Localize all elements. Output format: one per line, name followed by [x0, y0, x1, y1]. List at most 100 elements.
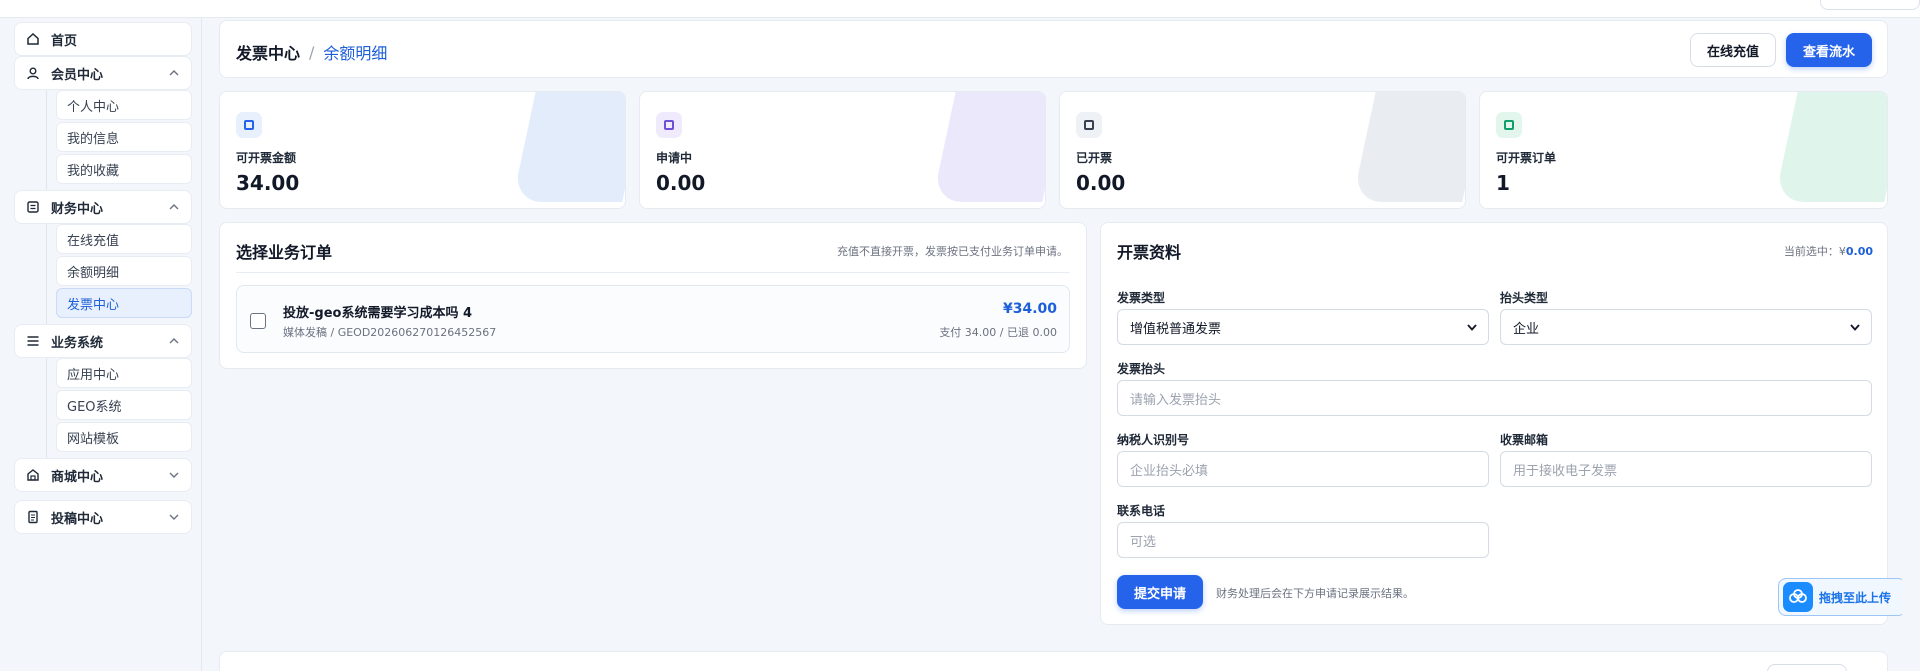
records-panel	[219, 651, 1888, 671]
breadcrumb-root[interactable]: 发票中心	[236, 40, 300, 64]
square-icon	[1496, 112, 1522, 138]
breadcrumb: 发票中心 / 余额明细	[236, 40, 387, 64]
stat-value: 0.00	[1076, 171, 1126, 195]
sidebar-item-finance[interactable]: 财务中心	[14, 190, 192, 224]
top-bar-button[interactable]	[1820, 0, 1920, 10]
square-icon	[236, 112, 262, 138]
head-type-value: 企业	[1513, 321, 1540, 337]
invoice-head-label: 发票抬头	[1117, 362, 1166, 376]
sidebar-subitem-label: 应用中心	[67, 367, 120, 383]
sidebar-subitem-label: GEO系统	[67, 399, 122, 415]
order-title: 投放-geo系统需要学习成本吗 4	[283, 306, 473, 321]
recharge-button[interactable]: 在线充值	[1690, 33, 1776, 67]
decor-blob	[1352, 92, 1465, 202]
panel-title: 开票资料	[1117, 243, 1182, 262]
stat-card-pending: 申请中 0.00	[639, 91, 1046, 209]
page-header: 发票中心 / 余额明细 在线充值 查看流水	[219, 20, 1888, 78]
stat-label: 申请中	[656, 151, 693, 165]
top-bar	[0, 0, 1920, 18]
chevron-up-icon	[167, 334, 181, 348]
stat-label: 可开票订单	[1496, 151, 1557, 165]
sidebar-item-submission[interactable]: 投稿中心	[14, 500, 192, 534]
square-icon	[1076, 112, 1102, 138]
sidebar-subitem-label: 余额明细	[67, 265, 120, 281]
sidebar-subitem-favorites[interactable]: 我的收藏	[56, 154, 192, 184]
document-icon	[25, 509, 41, 525]
sidebar-item-shop[interactable]: 商城中心	[14, 458, 192, 492]
order-meta: 媒体发稿 / GEOD202606270126452567	[283, 326, 497, 339]
stat-card-invoiceable-orders: 可开票订单 1	[1479, 91, 1888, 209]
sidebar-item-label: 财务中心	[51, 201, 104, 217]
invoice-form-panel: 开票资料 当前选中：¥0.00 发票类型 增值税普通发票 抬头类型 企业 发票抬…	[1100, 222, 1888, 625]
sidebar-subitem-label: 发票中心	[67, 297, 120, 313]
sidebar-subitem-label: 我的信息	[67, 131, 120, 147]
drag-upload-widget[interactable]: 拖拽至此上传	[1778, 578, 1906, 616]
invoice-head-input[interactable]: 请输入发票抬头	[1117, 380, 1872, 416]
sidebar-item-label: 会员中心	[51, 67, 104, 83]
stat-value: 34.00	[236, 171, 300, 195]
stat-card-invoiced: 已开票 0.00	[1059, 91, 1466, 209]
stat-value: 0.00	[656, 171, 706, 195]
order-paid-info: 支付 34.00 / 已退 0.00	[939, 326, 1057, 339]
sidebar-subitem-label: 在线充值	[67, 233, 120, 249]
scrollbar[interactable]	[1902, 18, 1908, 671]
decor-blob	[512, 92, 625, 202]
chevron-up-icon	[167, 200, 181, 214]
sidebar-subitem-info[interactable]: 我的信息	[56, 122, 192, 152]
order-amount: ¥34.00	[1002, 301, 1057, 317]
sidebar-item-label: 商城中心	[51, 469, 104, 485]
square-icon	[656, 112, 682, 138]
chevron-down-icon	[1466, 321, 1478, 333]
upload-label: 拖拽至此上传	[1819, 590, 1892, 605]
sidebar-item-label: 投稿中心	[51, 511, 104, 527]
stat-card-invoiceable-amount: 可开票金额 34.00	[219, 91, 626, 209]
decor-blob	[932, 92, 1045, 202]
sidebar-item-label: 首页	[51, 33, 78, 49]
sidebar-subitem-balance[interactable]: 余额明细	[56, 256, 192, 286]
sidebar-item-member[interactable]: 会员中心	[14, 56, 192, 90]
divider	[236, 272, 1070, 273]
tax-id-input[interactable]: 企业抬头必填	[1117, 451, 1489, 487]
sidebar-subitem-templates[interactable]: 网站模板	[56, 422, 192, 452]
stat-label: 可开票金额	[236, 151, 297, 165]
list-item[interactable]: 投放-geo系统需要学习成本吗 4 媒体发稿 / GEOD20260627012…	[236, 285, 1070, 353]
sidebar-subitem-label: 我的收藏	[67, 163, 120, 179]
chevron-down-icon	[167, 510, 181, 524]
invoice-type-select[interactable]: 增值税普通发票	[1117, 309, 1489, 345]
panel-title: 选择业务订单	[236, 243, 333, 262]
sidebar-subitem-label: 网站模板	[67, 431, 120, 447]
chevron-up-icon	[167, 66, 181, 80]
shop-icon	[25, 467, 41, 483]
phone-label: 联系电话	[1117, 504, 1166, 518]
stat-value: 1	[1496, 171, 1510, 195]
submit-note: 财务处理后会在下方申请记录展示结果。	[1216, 587, 1414, 600]
sidebar-subitem-geo[interactable]: GEO系统	[56, 390, 192, 420]
sidebar-subitem-apps[interactable]: 应用中心	[56, 358, 192, 388]
order-checkbox[interactable]	[250, 313, 266, 329]
view-flow-button[interactable]: 查看流水	[1786, 33, 1872, 67]
cloud-upload-icon	[1783, 582, 1813, 612]
records-action-button[interactable]	[1767, 664, 1847, 671]
sidebar: 首页 会员中心 个人中心 我的信息 我的收藏 财务中心 在线充值 余额明细 发票…	[0, 18, 202, 671]
head-type-select[interactable]: 企业	[1500, 309, 1872, 345]
phone-field[interactable]: 可选	[1117, 522, 1489, 558]
email-field[interactable]: 用于接收电子发票	[1500, 451, 1872, 487]
home-icon	[25, 31, 41, 47]
stat-label: 已开票	[1076, 151, 1113, 165]
ledger-icon	[25, 199, 41, 215]
sidebar-subitem-label: 个人中心	[67, 99, 120, 115]
sidebar-subitem-recharge[interactable]: 在线充值	[56, 224, 192, 254]
decor-blob	[1774, 92, 1887, 202]
tax-id-label: 纳税人识别号	[1117, 433, 1190, 447]
sidebar-item-home[interactable]: 首页	[14, 22, 192, 56]
submit-button[interactable]: 提交申请	[1117, 575, 1203, 609]
sidebar-subitem-profile[interactable]: 个人中心	[56, 90, 192, 120]
sidebar-item-business[interactable]: 业务系统	[14, 324, 192, 358]
sidebar-item-label: 业务系统	[51, 335, 104, 351]
head-type-label: 抬头类型	[1500, 291, 1549, 305]
submenu-guide	[46, 90, 47, 192]
sidebar-subitem-invoice[interactable]: 发票中心	[56, 288, 192, 318]
breadcrumb-current[interactable]: 余额明细	[323, 40, 387, 64]
selected-amount-prefix: 当前选中：¥	[1783, 245, 1846, 258]
submenu-guide	[46, 224, 47, 326]
